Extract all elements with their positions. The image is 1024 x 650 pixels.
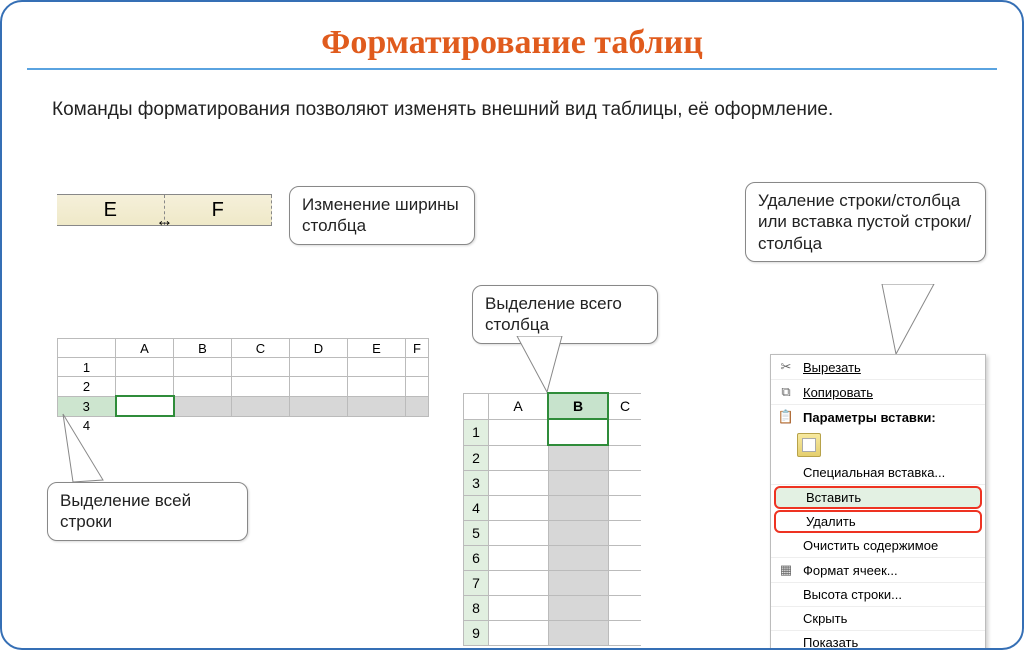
menu-copy[interactable]: ⧉ Копировать [771,380,985,405]
menu-clear[interactable]: Очистить содержимое [771,534,985,558]
col-header: D [290,339,348,358]
menu-cut[interactable]: ✂ Вырезать [771,355,985,380]
menu-copy-label: Копировать [803,385,873,400]
row-header: 9 [464,621,489,646]
menu-paste-params: 📋 Параметры вставки: [771,405,985,429]
menu-insert[interactable]: Вставить [774,486,982,509]
slide-subtitle: Команды форматирования позволяют изменят… [52,98,972,123]
menu-show[interactable]: Показать [771,631,985,650]
row-header: 2 [464,445,489,471]
menu-delete-label: Удалить [806,514,856,529]
slide: Форматирование таблиц Команды форматиров… [0,0,1024,650]
menu-cut-label: Вырезать [803,360,861,375]
callout-tail-icon [862,284,942,358]
row-header: 8 [464,596,489,621]
callout-select-row-text: Выделение всей строки [60,491,191,531]
row-header: 1 [58,358,116,377]
menu-paste-params-label: Параметры вставки: [803,410,936,425]
col-header-selected: B [548,393,608,419]
callout-tail-icon [61,412,121,486]
col-header: B [174,339,232,358]
menu-format-cells[interactable]: ▦ Формат ячеек... [771,558,985,583]
row-header: 4 [464,496,489,521]
clipboard-icon: 📋 [777,409,795,425]
menu-row-height-label: Высота строки... [803,587,902,602]
row-header: 5 [464,521,489,546]
col-header: C [232,339,290,358]
menu-insert-label: Вставить [806,490,861,505]
callout-delete-insert: Удаление строки/столбца или вставка пуст… [745,182,986,262]
col-header: E [348,339,406,358]
col-header: A [489,393,549,419]
row-header: 1 [464,419,489,445]
column-width-demo: E F ↔ [57,194,272,242]
menu-special-paste[interactable]: Специальная вставка... [771,461,985,485]
title-underline [27,68,997,70]
callout-delete-insert-text: Удаление строки/столбца или вставка пуст… [758,191,971,253]
column-select-table: A B C 1 2 3 4 5 6 7 8 9 [463,392,641,646]
callout-column-width-text: Изменение ширины столбца [302,195,459,235]
menu-delete[interactable]: Удалить [774,510,982,533]
row-header: 3 [464,471,489,496]
callout-select-column: Выделение всего столбца [472,285,658,344]
menu-special-paste-label: Специальная вставка... [803,465,945,480]
context-menu: ✂ Вырезать ⧉ Копировать 📋 Параметры вста… [770,354,986,650]
corner-cell [464,393,489,419]
col-header: C [608,393,641,419]
paste-option-icon[interactable] [797,433,821,457]
slide-title: Форматирование таблиц [2,24,1022,62]
menu-row-height[interactable]: Высота строки... [771,583,985,607]
callout-column-width: Изменение ширины столбца [289,186,475,245]
col-header-E: E [57,195,165,225]
row-header: 2 [58,377,116,397]
menu-format-cells-label: Формат ячеек... [803,563,898,578]
callout-select-row: Выделение всей строки [47,482,248,541]
row-header: 7 [464,571,489,596]
col-header-F: F [165,195,273,225]
format-icon: ▦ [777,562,795,578]
row-header: 6 [464,546,489,571]
resize-arrow-icon: ↔ [156,210,174,231]
callout-select-column-text: Выделение всего столбца [485,294,622,334]
col-header: A [116,339,174,358]
menu-clear-label: Очистить содержимое [803,538,938,553]
menu-hide[interactable]: Скрыть [771,607,985,631]
col-header: F [406,339,429,358]
copy-icon: ⧉ [777,384,795,400]
callout-tail-icon [507,336,577,396]
menu-hide-label: Скрыть [803,611,847,626]
menu-show-label: Показать [803,635,858,650]
corner-cell [58,339,116,358]
scissors-icon: ✂ [777,359,795,375]
